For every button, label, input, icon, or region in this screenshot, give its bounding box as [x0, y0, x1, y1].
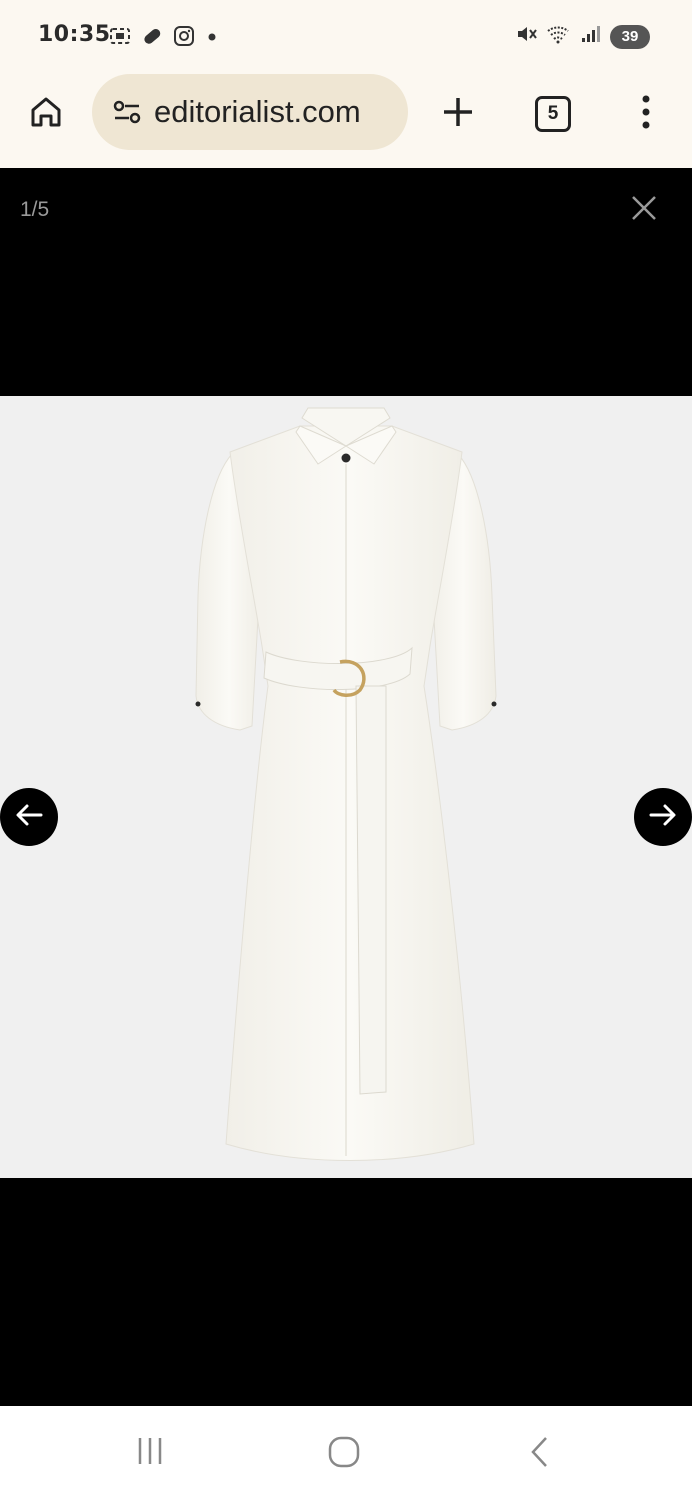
system-home-button[interactable] [324, 1434, 364, 1474]
tab-count: 5 [535, 96, 571, 132]
recents-icon [134, 1436, 166, 1471]
battery-indicator: 39 [610, 24, 650, 49]
system-navigation-bar [0, 1406, 692, 1500]
previous-image-button[interactable] [0, 788, 58, 846]
browser-toolbar: editorialist.com 5 [0, 70, 692, 169]
next-image-button[interactable] [634, 788, 692, 846]
screenshot-icon [108, 24, 132, 53]
close-icon [630, 194, 658, 227]
status-time: 10:35 [38, 22, 111, 47]
plus-icon [440, 94, 476, 135]
status-bar: 10:35 39 [0, 0, 692, 70]
home-icon [28, 94, 64, 135]
image-viewer: 1/5 [0, 168, 692, 1406]
url-text[interactable]: editorialist.com [154, 94, 361, 130]
arrow-right-icon [647, 799, 679, 836]
new-tab-button[interactable] [436, 92, 480, 136]
system-back-button[interactable] [520, 1434, 560, 1474]
tab-switcher-button[interactable]: 5 [531, 92, 575, 136]
image-counter: 1/5 [20, 198, 50, 221]
instagram-icon [172, 24, 196, 53]
recents-button[interactable] [130, 1436, 170, 1470]
home-button[interactable] [24, 92, 68, 136]
signal-icon [580, 22, 602, 51]
white-shirt-dress-illustration [195, 407, 497, 1161]
wifi-icon [546, 22, 572, 51]
more-vert-icon [640, 94, 652, 135]
pill-icon [140, 24, 164, 53]
product-image[interactable] [0, 396, 692, 1178]
arrow-left-icon [13, 799, 45, 836]
site-settings-icon[interactable] [110, 95, 144, 129]
notification-dot-icon [204, 24, 220, 53]
close-button[interactable] [624, 190, 664, 230]
mute-icon [514, 22, 538, 51]
home-outline-icon [327, 1435, 361, 1474]
address-bar[interactable]: editorialist.com [92, 74, 408, 150]
browser-menu-button[interactable] [624, 92, 668, 136]
back-chevron-icon [528, 1435, 552, 1474]
